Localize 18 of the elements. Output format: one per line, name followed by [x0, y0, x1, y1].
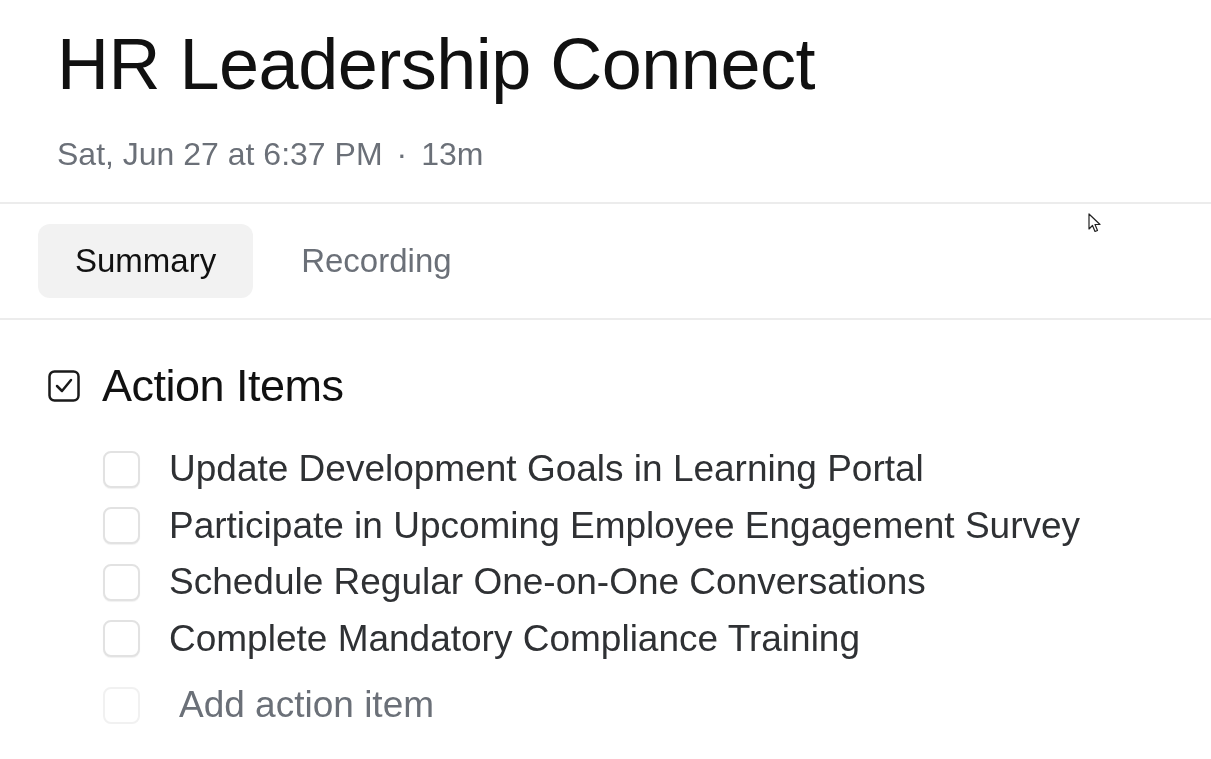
tab[interactable]: Summary: [38, 224, 254, 298]
checkbox[interactable]: [103, 450, 140, 488]
action-item-text: Participate in Upcoming Employee Engagement Survey: [169, 503, 1081, 548]
meeting-title: HR Leadership Connect: [57, 24, 815, 104]
action-item-text: Complete Mandatory Compliance Training: [169, 616, 860, 661]
checkbox[interactable]: [103, 620, 140, 658]
separator-dot: ·: [396, 136, 408, 172]
tab[interactable]: Recording: [263, 224, 490, 298]
checked-box-icon: [48, 370, 80, 402]
meeting-date: Sat, Jun 27 at 6:37 PM: [57, 136, 383, 172]
action-item-text: Schedule Regular One-on-One Conversations: [169, 560, 926, 605]
add-item-field[interactable]: Add action item: [169, 683, 689, 728]
action-item-text: Update Development Goals in Learning Portal: [169, 447, 924, 492]
mouse-pointer-icon: [1088, 213, 1102, 233]
checkbox[interactable]: [103, 507, 140, 545]
checkbox[interactable]: [103, 563, 140, 601]
section-heading: Action Items: [102, 364, 344, 408]
meeting-duration: 13m: [421, 136, 484, 172]
